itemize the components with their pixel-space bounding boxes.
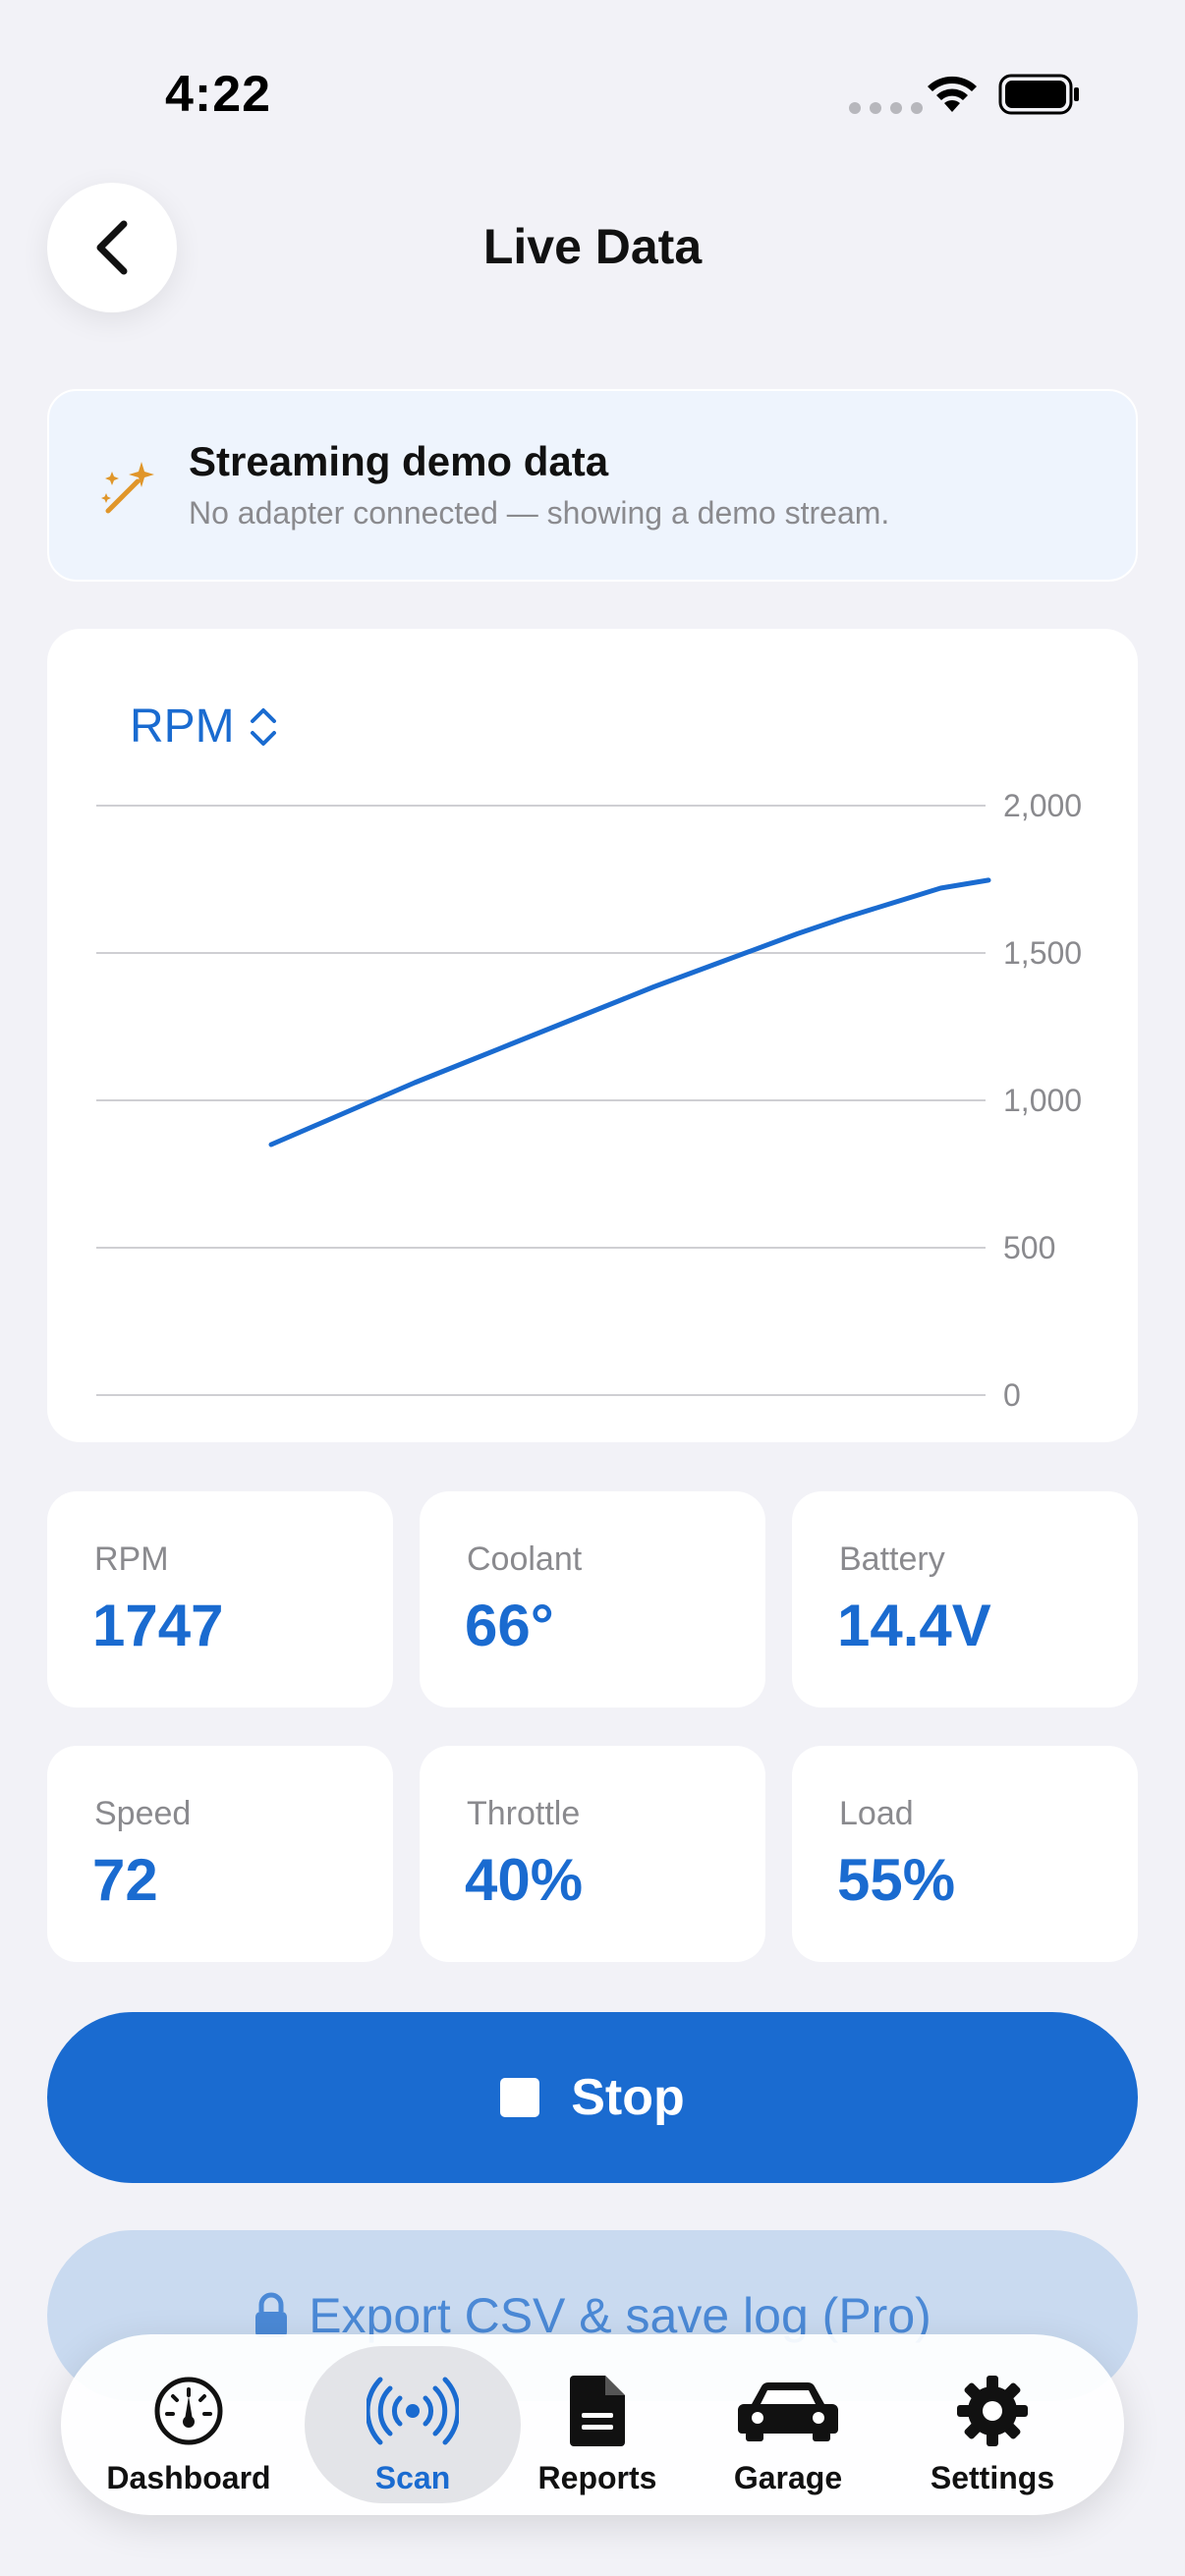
wifi-icon bbox=[928, 76, 977, 112]
banner-subtitle: No adapter connected — showing a demo st… bbox=[189, 495, 890, 531]
y-tick-label: 0 bbox=[1003, 1377, 1021, 1413]
stat-value: 72 bbox=[92, 1847, 158, 1913]
chart-card: RPM 0 500 1,000 1,500 2,000 bbox=[47, 629, 1138, 1442]
antenna-icon bbox=[367, 2377, 459, 2445]
stat-value: 40% bbox=[465, 1847, 584, 1913]
tab-dashboard[interactable]: Dashboard bbox=[81, 2346, 297, 2503]
stat-tile-load: Load 55% bbox=[792, 1746, 1138, 1962]
rpm-series-line bbox=[268, 877, 991, 1148]
lock-icon bbox=[255, 2292, 288, 2337]
stat-label: Speed bbox=[94, 1795, 192, 1832]
stat-tile-battery: Battery 14.4V bbox=[792, 1491, 1138, 1708]
y-tick-label: 1,000 bbox=[1003, 1083, 1082, 1118]
stat-value: 66° bbox=[465, 1593, 554, 1658]
stat-label: Battery bbox=[839, 1540, 945, 1578]
tab-bar: Dashboard Scan Reports Garage Settings bbox=[61, 2334, 1124, 2515]
stat-value: 1747 bbox=[92, 1593, 224, 1658]
tab-label: Dashboard bbox=[106, 2460, 271, 2495]
y-tick-label: 2,000 bbox=[1003, 788, 1082, 823]
tab-settings[interactable]: Settings bbox=[884, 2346, 1100, 2503]
car-icon bbox=[738, 2381, 838, 2441]
y-tick-label: 1,500 bbox=[1003, 935, 1082, 971]
stat-label: RPM bbox=[94, 1540, 169, 1578]
gauge-icon bbox=[154, 2377, 223, 2445]
status-time: 4:22 bbox=[165, 66, 272, 123]
stat-tile-rpm: RPM 1747 bbox=[47, 1491, 393, 1708]
banner-title: Streaming demo data bbox=[189, 438, 609, 484]
page-title: Live Data bbox=[482, 219, 703, 274]
tab-label: Settings bbox=[930, 2460, 1055, 2495]
stop-button-label: Stop bbox=[571, 2069, 685, 2126]
stat-label: Load bbox=[839, 1795, 914, 1832]
cellular-signal-icon bbox=[849, 102, 923, 114]
stat-label: Throttle bbox=[467, 1795, 581, 1832]
magic-wand-icon bbox=[101, 462, 154, 514]
demo-data-banner: Streaming demo data No adapter connected… bbox=[47, 389, 1138, 582]
y-tick-label: 500 bbox=[1003, 1230, 1055, 1265]
rpm-line-chart: 0 500 1,000 1,500 2,000 bbox=[96, 788, 1082, 1413]
stat-label: Coolant bbox=[467, 1540, 583, 1578]
stat-value: 14.4V bbox=[837, 1593, 991, 1658]
tab-label: Garage bbox=[733, 2460, 843, 2495]
stat-value: 55% bbox=[837, 1847, 956, 1913]
stat-tile-coolant: Coolant 66° bbox=[420, 1491, 765, 1708]
stat-tile-speed: Speed 72 bbox=[47, 1746, 393, 1962]
stop-icon bbox=[500, 2078, 540, 2117]
gear-icon bbox=[957, 2376, 1028, 2446]
tab-label: Reports bbox=[537, 2460, 657, 2495]
stop-button[interactable]: Stop bbox=[47, 2012, 1138, 2183]
battery-icon bbox=[998, 74, 1079, 115]
tab-reports[interactable]: Reports bbox=[489, 2346, 705, 2503]
stat-tile-throttle: Throttle 40% bbox=[420, 1746, 765, 1962]
tab-label: Scan bbox=[374, 2460, 451, 2495]
tab-garage[interactable]: Garage bbox=[680, 2346, 896, 2503]
status-bar: 4:22 bbox=[0, 0, 1185, 187]
document-icon bbox=[570, 2376, 625, 2446]
live-data-screen: 4:22 Live Data Streaming demo data No ad… bbox=[0, 0, 1185, 2576]
tab-scan[interactable]: Scan bbox=[305, 2346, 521, 2503]
